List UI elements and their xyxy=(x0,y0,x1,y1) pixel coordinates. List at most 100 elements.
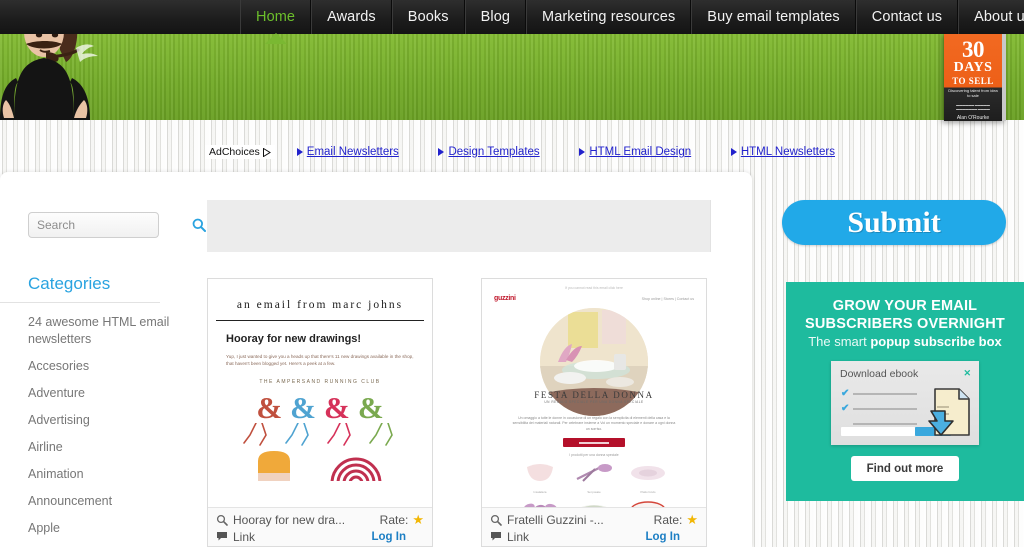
thumb-product-row-2: Cucchiai Vassoio grande Piatto piano xyxy=(482,494,706,507)
newsletter-thumbnail[interactable]: an email from marc johns Hooray for new … xyxy=(208,279,432,507)
sidebar-item-advertising[interactable]: Advertising xyxy=(28,412,178,429)
card-title[interactable]: Fratelli Guzzini -... xyxy=(507,513,654,527)
promo-widget[interactable]: GROW YOUR EMAIL SUBSCRIBERS OVERNIGHT Th… xyxy=(786,282,1024,501)
sidebar-item-apple[interactable]: Apple xyxy=(28,520,178,537)
thumb-product-row-1: Insalatiera Set posate Piatto fondo xyxy=(482,457,706,494)
nav-item-contact-us-label: Contact us xyxy=(871,9,943,25)
play-triangle-icon xyxy=(296,148,303,156)
adlink-email-newsletters[interactable]: Email Newsletters xyxy=(296,146,399,158)
thumb-preheader: If you cannot read this email click here xyxy=(565,286,623,290)
nav-active-pointer-icon xyxy=(264,33,287,44)
comment-icon[interactable] xyxy=(216,531,228,542)
comment-icon[interactable] xyxy=(490,531,502,542)
adlink-html-email-design[interactable]: HTML Email Design xyxy=(579,146,691,158)
adlink-html-newsletters-label: HTML Newsletters xyxy=(740,146,835,158)
adlink-html-newsletters[interactable]: HTML Newsletters xyxy=(730,146,835,158)
search-input[interactable] xyxy=(37,218,192,232)
spoons-icon xyxy=(523,503,557,507)
adlink-design-templates[interactable]: Design Templates xyxy=(438,146,540,158)
submit-button[interactable]: Submit xyxy=(782,200,1006,245)
sidebar-item-animation[interactable]: Animation xyxy=(28,466,178,483)
promo-popup-mockup: Download ebook ✕ ✔ ✔ ✔ xyxy=(831,361,979,445)
download-document-icon xyxy=(928,388,970,436)
thumb-cta-button[interactable] xyxy=(563,438,625,448)
search-box xyxy=(28,212,206,238)
newsletter-card[interactable]: an email from marc johns Hooray for new … xyxy=(207,278,433,547)
sidebar-item-announcement[interactable]: Announcement xyxy=(28,493,178,510)
find-out-more-label: Find out more xyxy=(866,462,944,475)
nav-item-blog[interactable]: Blog xyxy=(464,0,527,34)
thumb-product-caption: Insalatiera xyxy=(533,490,547,495)
play-triangle-icon xyxy=(579,148,586,156)
ad-placeholder-banner xyxy=(207,200,711,252)
checkmark-icon: ✔ xyxy=(841,388,850,399)
thumb-product: Piatto fondo xyxy=(627,463,669,494)
nav-item-contact-us[interactable]: Contact us xyxy=(855,0,959,34)
adlink-design-templates-label: Design Templates xyxy=(448,146,540,158)
adchoices-links: Email Newsletters Design Templates HTML … xyxy=(296,146,835,158)
thumb-product: Vassoio grande xyxy=(573,500,615,507)
adchoices-label-group[interactable]: AdChoices xyxy=(205,145,275,159)
nav-item-books[interactable]: Books xyxy=(391,0,465,34)
adchoices-label: AdChoices xyxy=(209,146,260,158)
dish-icon xyxy=(631,466,665,481)
adchoices-bar: AdChoices Email Newsletters Design Templ… xyxy=(205,143,835,161)
book-promo-badge[interactable]: 30 DAYS TO SELL Discovering talent from … xyxy=(944,33,1006,121)
promo-popup-line xyxy=(853,392,918,396)
nav-item-awards-label: Awards xyxy=(327,9,376,25)
card-link-label[interactable]: Link xyxy=(233,530,372,544)
card-rate-label: Rate: xyxy=(379,512,409,527)
book-tosell-label: TO SELL xyxy=(952,76,994,86)
thumb-brand-nav: Shop online | Stores | Contact us xyxy=(641,296,694,301)
search-button[interactable] xyxy=(192,218,206,232)
sidebar-item-accesories[interactable]: Accesories xyxy=(28,358,178,375)
book-author: Alan O'Rourke xyxy=(956,115,990,121)
thumb-brand-logo: guzzini xyxy=(494,295,516,302)
sidebar-item-airline[interactable]: Airline xyxy=(28,439,178,456)
nav-item-books-label: Books xyxy=(407,9,449,25)
sidebar-item-24-awesome-html-email-newsletters[interactable]: 24 awesome HTML email newsletters xyxy=(28,314,178,348)
close-icon: ✕ xyxy=(963,368,971,378)
play-triangle-icon xyxy=(438,148,445,156)
card-link-label[interactable]: Link xyxy=(507,530,646,544)
thumb-product-caption: Set posate xyxy=(587,490,601,495)
checkmark-icon: ✔ xyxy=(841,403,850,414)
magnifier-icon[interactable] xyxy=(490,514,502,526)
thumb-club-text: THE AMPERSAND RUNNING CLUB xyxy=(259,379,381,385)
nav-item-awards[interactable]: Awards xyxy=(311,0,392,34)
card-title[interactable]: Hooray for new dra... xyxy=(233,513,380,527)
bowl-icon xyxy=(527,464,553,482)
find-out-more-button[interactable]: Find out more xyxy=(851,456,959,481)
sidebar-item-adventure[interactable]: Adventure xyxy=(28,385,178,402)
nav-item-buy-email-templates[interactable]: Buy email templates xyxy=(691,0,856,34)
card-rate-label: Rate: xyxy=(653,512,683,527)
ampersand-3-icon: & xyxy=(324,390,350,425)
nav-item-home-label: Home xyxy=(256,9,296,25)
rating-star-icon[interactable]: ★ xyxy=(412,512,424,528)
thumb-heading: Hooray for new drawings! xyxy=(226,333,362,345)
card-footer-top-row: Fratelli Guzzini -... Rate: ★ xyxy=(490,511,698,528)
adlink-email-newsletters-label: Email Newsletters xyxy=(306,146,399,158)
promo-subheadline-bold: popup subscribe box xyxy=(870,334,1002,349)
card-login-link[interactable]: Log In xyxy=(372,531,407,543)
search-icon xyxy=(192,218,206,232)
book-days-label: DAYS xyxy=(953,60,993,75)
categories-list: 24 awesome HTML email newsletters Acceso… xyxy=(28,314,178,547)
card-login-link[interactable]: Log In xyxy=(646,531,681,543)
ampersand-1-icon: & xyxy=(256,390,283,425)
newsletter-card[interactable]: If you cannot read this email click here… xyxy=(481,278,707,547)
play-triangle-icon xyxy=(730,148,737,156)
nav-item-about-us[interactable]: About us xyxy=(958,0,1024,34)
thumb-product: Insalatiera xyxy=(519,463,561,494)
nav-item-marketing-resources[interactable]: Marketing resources xyxy=(526,0,692,34)
thumb-bottom-illustration xyxy=(258,451,382,481)
promo-popup-check-row: ✔ xyxy=(841,388,918,399)
magnifier-icon[interactable] xyxy=(216,514,228,526)
top-navigation-bar: Home Awards Books Blog Marketing resourc… xyxy=(0,0,1024,44)
newsletter-thumbnail[interactable]: If you cannot read this email click here… xyxy=(482,279,706,507)
rating-star-icon[interactable]: ★ xyxy=(686,512,698,528)
thumb-body-text: Yup, I just wanted to give you a heads u… xyxy=(226,354,414,366)
nav-item-home[interactable]: Home xyxy=(240,0,312,44)
promo-headline-line1: GROW YOUR EMAIL xyxy=(832,298,978,314)
nav-item-buy-email-templates-label: Buy email templates xyxy=(707,9,840,25)
